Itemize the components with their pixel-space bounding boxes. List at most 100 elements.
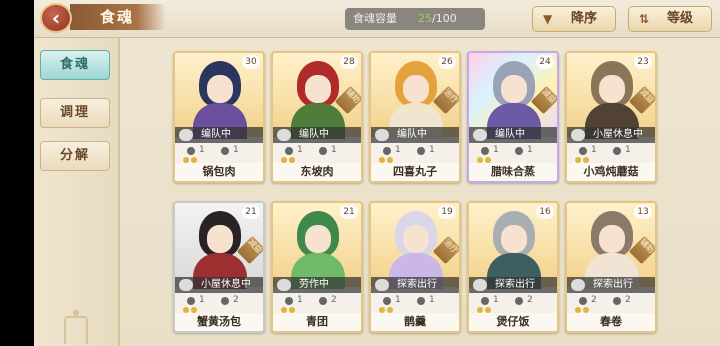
- food-soul-card[interactable]: 16 探索出行 1 2 煲仔饭: [467, 201, 559, 333]
- status-text: 编队中: [397, 129, 427, 140]
- stat-icon: [613, 297, 621, 305]
- food-soul-card[interactable]: 19 治疗 探索出行 1 1 鹊羹: [369, 201, 461, 333]
- stat-value-right: 2: [625, 295, 631, 305]
- stat-icon: [221, 147, 229, 155]
- status-icon: [277, 279, 291, 291]
- side-tab-decompose[interactable]: 分解: [40, 141, 110, 171]
- stat-icon: [579, 297, 587, 305]
- status-bar: 探索出行: [371, 277, 459, 293]
- stat-value-left: 1: [493, 295, 499, 305]
- side-tab-souls[interactable]: 食魂: [40, 50, 110, 80]
- back-arrow-icon: ‹: [51, 6, 61, 30]
- stat-value-right: 1: [331, 145, 337, 155]
- card-grid: 30 编队中 1 1 锅包肉 28 辅助 编队中 1 1 东坡肉 26 治疗 编队中 1 1 四喜丸子 24 减益编…: [120, 38, 720, 346]
- page-title: 食魂: [100, 8, 135, 26]
- food-soul-card[interactable]: 28 辅助 编队中 1 1 东坡肉: [271, 51, 363, 183]
- stat-value-left: 1: [493, 145, 499, 155]
- side-panel: 食魂 调理 分解: [34, 38, 120, 346]
- stat-value-left: 1: [395, 145, 401, 155]
- food-soul-card[interactable]: 21 减益 小屋休息中 1 2 蟹黄汤包: [173, 201, 265, 333]
- status-text: 编队中: [299, 129, 329, 140]
- food-soul-card[interactable]: 23 减益 小屋休息中 1 1 小鸡炖蘑菇: [565, 51, 657, 183]
- status-bar: 编队中: [469, 127, 557, 143]
- status-bar: 小屋休息中: [175, 277, 263, 293]
- stats-row: 12: [175, 293, 263, 309]
- back-button[interactable]: ‹: [40, 3, 72, 33]
- stat-icon: [481, 297, 489, 305]
- stat-value-right: 1: [233, 145, 239, 155]
- portrait-face: [599, 75, 625, 103]
- level-badge: 13: [634, 205, 652, 219]
- portrait-face: [403, 225, 429, 253]
- stats-row: 12: [273, 293, 361, 309]
- stat-icon: [481, 147, 489, 155]
- stat-value-right: 1: [429, 295, 435, 305]
- portrait-face: [403, 75, 429, 103]
- stat-value-left: 2: [591, 295, 597, 305]
- stats-row: 12: [469, 293, 557, 309]
- level-badge: 23: [634, 55, 652, 69]
- status-bar: 编队中: [371, 127, 459, 143]
- card-name: 春卷: [567, 313, 655, 331]
- status-icon: [571, 279, 585, 291]
- card-name: 锅包肉: [175, 163, 263, 181]
- side-tab-cooking[interactable]: 调理: [40, 98, 110, 128]
- stats-row: 11: [371, 143, 459, 159]
- stats-row: 11: [567, 143, 655, 159]
- portrait-face: [305, 225, 331, 253]
- stat-value-left: 1: [591, 145, 597, 155]
- level-badge: 30: [242, 55, 260, 69]
- stats-row: 11: [273, 143, 361, 159]
- status-icon: [179, 129, 193, 141]
- stat-icon: [285, 147, 293, 155]
- level-badge: 16: [536, 205, 554, 219]
- card-name: 青团: [273, 313, 361, 331]
- status-icon: [473, 279, 487, 291]
- stat-value-left: 1: [297, 295, 303, 305]
- status-text: 探索出行: [593, 279, 633, 290]
- stat-icon: [221, 297, 229, 305]
- status-bar: 劳作中: [273, 277, 361, 293]
- sort-field-button[interactable]: ⇅ 等级: [628, 6, 712, 32]
- portrait-face: [207, 225, 233, 253]
- capacity-label: 食魂容量: [353, 12, 397, 25]
- status-text: 劳作中: [299, 279, 329, 290]
- status-text: 编队中: [495, 129, 525, 140]
- stats-row: 11: [469, 143, 557, 159]
- card-name: 小鸡炖蘑菇: [567, 163, 655, 181]
- status-icon: [571, 129, 585, 141]
- sort-field-label: 等级: [667, 11, 694, 26]
- level-badge: 24: [536, 55, 554, 69]
- food-soul-card[interactable]: 30 编队中 1 1 锅包肉: [173, 51, 265, 183]
- status-text: 编队中: [201, 129, 231, 140]
- stat-value-right: 2: [233, 295, 239, 305]
- capacity-display: 食魂容量 25/100: [345, 8, 485, 30]
- status-bar: 编队中: [175, 127, 263, 143]
- stat-icon: [613, 147, 621, 155]
- stat-icon: [515, 147, 523, 155]
- status-icon: [473, 129, 487, 141]
- stat-value-right: 2: [527, 295, 533, 305]
- food-soul-card[interactable]: 24 减益 编队中 1 1 腊味合蒸: [467, 51, 559, 183]
- food-soul-card[interactable]: 26 治疗 编队中 1 1 四喜丸子: [369, 51, 461, 183]
- stat-value-left: 1: [395, 295, 401, 305]
- status-bar: 探索出行: [469, 277, 557, 293]
- card-name: 蟹黄汤包: [175, 313, 263, 331]
- caret-down-icon: ▼: [543, 12, 553, 26]
- status-text: 探索出行: [495, 279, 535, 290]
- stat-value-left: 1: [199, 145, 205, 155]
- card-name: 东坡肉: [273, 163, 361, 181]
- level-badge: 21: [242, 205, 260, 219]
- sort-order-button[interactable]: ▼ 降序: [532, 6, 616, 32]
- stat-icon: [417, 297, 425, 305]
- level-badge: 19: [438, 205, 456, 219]
- food-soul-card[interactable]: 21 劳作中 1 2 青团: [271, 201, 363, 333]
- stat-value-right: 1: [625, 145, 631, 155]
- portrait-face: [501, 225, 527, 253]
- food-soul-card[interactable]: 13 辅助 探索出行 2 2 春卷: [565, 201, 657, 333]
- card-name: 鹊羹: [371, 313, 459, 331]
- stats-row: 11: [175, 143, 263, 159]
- stat-icon: [579, 147, 587, 155]
- stat-icon: [515, 297, 523, 305]
- level-badge: 28: [340, 55, 358, 69]
